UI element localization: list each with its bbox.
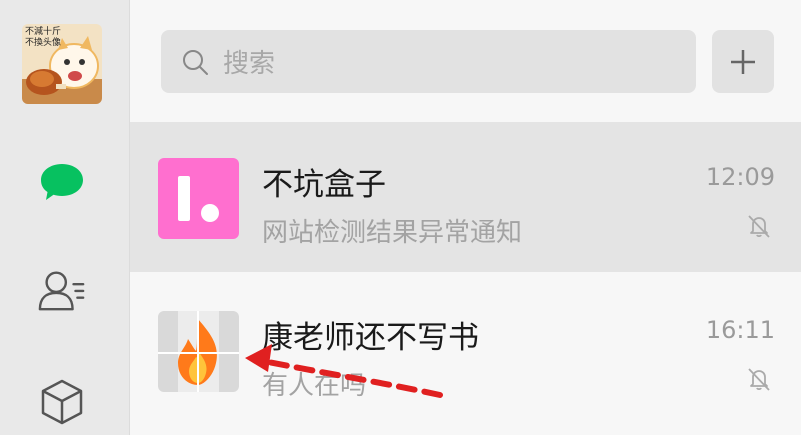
muted-bell-icon xyxy=(745,365,773,397)
conversation-avatar xyxy=(158,158,239,239)
conversation-time: 16:11 xyxy=(705,316,775,344)
muted-bell-icon xyxy=(745,212,773,244)
search-placeholder: 搜索 xyxy=(223,49,276,79)
conversation-name: 康老师还不写书 xyxy=(262,320,479,356)
conversation-last-message: 网站检测结果异常通知 xyxy=(262,218,523,248)
search-box[interactable]: 搜索 xyxy=(161,30,696,93)
chat-bubble-icon xyxy=(41,164,83,200)
avatar-text-line2: 不換头像 xyxy=(25,36,61,48)
conversation-item[interactable]: 康老师还不写书 有人在吗 16:11 xyxy=(130,275,801,425)
sidebar-item-chats[interactable] xyxy=(37,158,87,208)
sidebar-item-mini-programs[interactable] xyxy=(37,377,87,427)
conversation-time: 12:09 xyxy=(705,163,775,191)
plus-icon xyxy=(731,49,755,74)
profile-avatar-image: 不減十斤 不換头像 xyxy=(22,24,102,104)
profile-avatar[interactable]: 不減十斤 不換头像 xyxy=(22,24,102,104)
conversation-last-message: 有人在吗 xyxy=(262,371,367,401)
contacts-icon xyxy=(38,271,85,311)
sidebar: 不減十斤 不換头像 xyxy=(0,0,130,435)
add-button[interactable] xyxy=(712,30,774,93)
conversation-item[interactable]: 不坑盒子 网站检测结果异常通知 12:09 xyxy=(130,122,801,272)
conversation-name: 不坑盒子 xyxy=(262,167,386,203)
flame-icon xyxy=(158,311,239,392)
cube-icon xyxy=(41,379,83,425)
app-logo-icon xyxy=(158,158,239,239)
conversation-avatar xyxy=(158,311,239,392)
avatar-text-line1: 不減十斤 xyxy=(25,25,61,37)
search-icon xyxy=(183,49,208,75)
sidebar-item-contacts[interactable] xyxy=(37,265,87,315)
chat-list-panel: 搜索 不坑盒子 网站检测结果异常通知 12:09 康老师还不写书 有人在吗 16… xyxy=(130,0,801,435)
